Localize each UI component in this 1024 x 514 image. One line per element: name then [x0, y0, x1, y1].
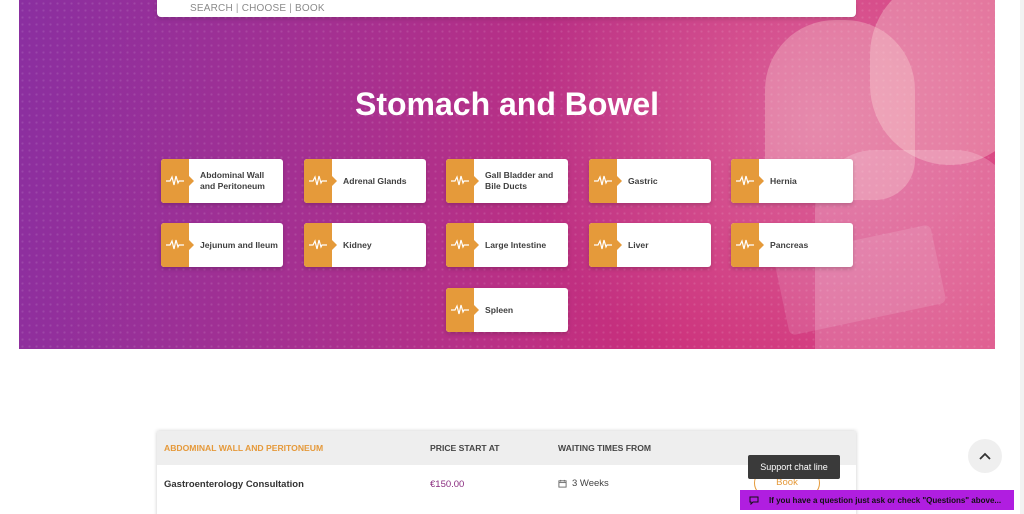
category-card[interactable]: Gall Bladder and Bile Ducts [446, 159, 568, 203]
heartbeat-icon [731, 223, 764, 267]
back-to-top-button[interactable] [968, 439, 1002, 473]
category-label: Gastric [628, 175, 658, 186]
category-card[interactable]: Pancreas [731, 223, 853, 267]
chat-prompt: If you have a question just ask or check… [769, 495, 1002, 505]
category-label: Hernia [770, 175, 797, 186]
heartbeat-icon [446, 159, 479, 203]
chevron-up-icon [979, 452, 991, 460]
heartbeat-icon [589, 159, 622, 203]
category-card[interactable]: Liver [589, 223, 711, 267]
heartbeat-icon [304, 223, 337, 267]
category-card[interactable]: Kidney [304, 223, 426, 267]
heartbeat-icon [304, 159, 337, 203]
category-card[interactable]: Spleen [446, 288, 568, 332]
treatment-name: Gastroenterology Consultation [164, 479, 304, 490]
wait-text: 3 Weeks [572, 478, 609, 489]
page: Stomach and Bowel Abdominal Wall and Per… [0, 0, 1024, 514]
search-steps-bar: SEARCH | CHOOSE | BOOK [157, 0, 856, 17]
heartbeat-icon [446, 223, 479, 267]
hero-banner: Stomach and Bowel Abdominal Wall and Per… [19, 0, 995, 349]
category-label: Large Intestine [485, 239, 547, 250]
step-search[interactable]: SEARCH [190, 3, 233, 14]
category-card[interactable]: Adrenal Glands [304, 159, 426, 203]
heartbeat-icon [446, 288, 479, 332]
category-label: Kidney [343, 239, 372, 250]
category-label: Spleen [485, 304, 514, 315]
heartbeat-icon [731, 159, 764, 203]
category-card[interactable]: Gastric [589, 159, 711, 203]
chat-launcher[interactable]: If you have a question just ask or check… [740, 490, 1014, 510]
header-category: ABDOMINAL WALL AND PERITONEUM [164, 443, 324, 453]
treatment-wait: 3 Weeks [558, 478, 609, 489]
scrollbar-track[interactable] [1020, 0, 1024, 514]
calendar-icon [558, 479, 567, 488]
header-waiting: WAITING TIMES FROM [558, 443, 652, 453]
treatment-price: €150.00 [430, 479, 465, 490]
heartbeat-icon [161, 223, 194, 267]
step-book[interactable]: BOOK [295, 3, 325, 14]
category-label: Adrenal Glands [343, 175, 407, 186]
chat-bubble-icon [749, 496, 759, 505]
heartbeat-icon [161, 159, 194, 203]
category-card[interactable]: Large Intestine [446, 223, 568, 267]
header-price: PRICE START AT [430, 443, 500, 453]
heartbeat-icon [589, 223, 622, 267]
category-label: Gall Bladder and Bile Ducts [485, 170, 554, 191]
category-card[interactable]: Abdominal Wall and Peritoneum [161, 159, 283, 203]
category-label: Abdominal Wall and Peritoneum [200, 170, 265, 191]
category-label: Jejunum and Ileum [200, 239, 278, 250]
category-card[interactable]: Jejunum and Ileum [161, 223, 283, 267]
category-label: Liver [628, 239, 649, 250]
category-label: Pancreas [770, 239, 809, 250]
step-choose[interactable]: CHOOSE [242, 3, 287, 14]
support-tooltip: Support chat line [748, 455, 840, 479]
category-card[interactable]: Hernia [731, 159, 853, 203]
page-title: Stomach and Bowel [354, 86, 660, 122]
